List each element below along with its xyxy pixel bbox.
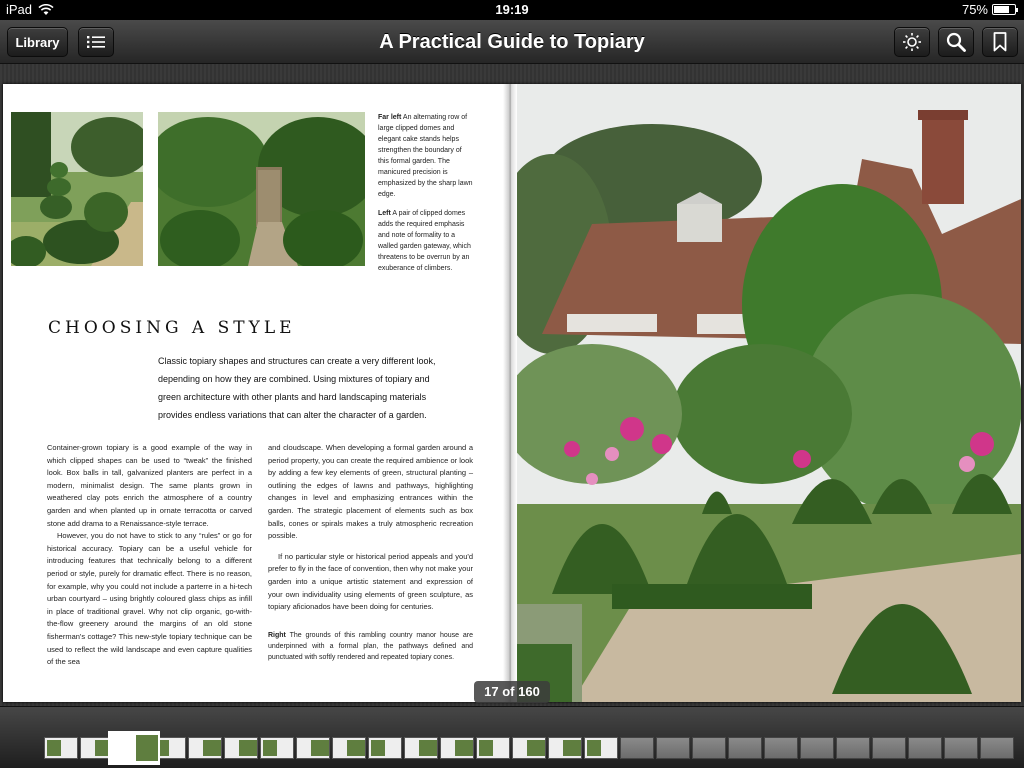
page-thumbnail-unloaded[interactable]	[692, 737, 726, 759]
page-thumbnail[interactable]	[188, 737, 222, 759]
page-indicator: 17 of 160	[474, 681, 550, 703]
body-paragraph: and cloudscape. When developing a formal…	[268, 443, 473, 541]
caption-right-text: The grounds of this rambling country man…	[268, 631, 473, 661]
page-thumbnail[interactable]	[44, 737, 78, 759]
brightness-icon	[903, 33, 921, 51]
page-thumbnail[interactable]	[260, 737, 294, 759]
library-button[interactable]: Library	[7, 27, 68, 57]
text-column-1: Container-grown topiary is a good exampl…	[47, 442, 252, 669]
photo-captions: Far left An alternating row of large cli…	[378, 112, 474, 282]
page-thumbnail-unloaded[interactable]	[908, 737, 942, 759]
page-thumbnail[interactable]	[332, 737, 366, 759]
body-paragraph: If no particular style or historical per…	[268, 551, 473, 612]
page-thumbnail-unloaded[interactable]	[800, 737, 834, 759]
current-page-thumbnail[interactable]	[108, 731, 160, 765]
caption-far-left: Far left An alternating row of large cli…	[378, 112, 474, 200]
page-thumbnail[interactable]	[404, 737, 438, 759]
page-thumbnail[interactable]	[224, 737, 258, 759]
reader-toolbar: A Practical Guide to Topiary Library	[0, 20, 1024, 64]
page-thumbnail-unloaded[interactable]	[836, 737, 870, 759]
clock: 19:19	[495, 2, 529, 17]
photo-garden-gateway	[158, 112, 365, 266]
page-thumbnail-unloaded[interactable]	[656, 737, 690, 759]
library-button-label: Library	[15, 34, 60, 50]
body-paragraph: Container-grown topiary is a good exampl…	[47, 443, 252, 528]
page-thumbnail[interactable]	[584, 737, 618, 759]
brightness-button[interactable]	[894, 27, 930, 57]
page-thumbnail[interactable]	[548, 737, 582, 759]
book-spread[interactable]: Far left An alternating row of large cli…	[3, 84, 1021, 702]
caption-far-left-text: An alternating row of large clipped dome…	[378, 114, 473, 198]
caption-right: Right The grounds of this rambling count…	[268, 630, 473, 663]
text-column-2: and cloudscape. When developing a formal…	[268, 442, 473, 663]
table-of-contents-button[interactable]	[78, 27, 114, 57]
battery-indicator: 75%	[961, 2, 1018, 17]
page-thumbnail[interactable]	[512, 737, 546, 759]
bookmark-icon	[993, 32, 1007, 52]
page-area[interactable]: Far left An alternating row of large cli…	[0, 64, 1024, 706]
page-scrubber[interactable]	[0, 706, 1024, 768]
caption-left: Left A pair of clipped domes adds the re…	[378, 208, 474, 274]
chapter-heading: CHOOSING A STYLE	[48, 318, 296, 338]
search-button[interactable]	[938, 27, 974, 57]
photo-manor-house-garden	[512, 84, 1021, 702]
bookmark-button[interactable]	[982, 27, 1018, 57]
caption-left-text: A pair of clipped domes adds the require…	[378, 210, 471, 272]
intro-paragraph: Classic topiary shapes and structures ca…	[158, 356, 436, 420]
body-paragraph: However, you do not have to stick to any…	[47, 531, 252, 667]
battery-percent: 75%	[961, 2, 988, 17]
page-thumbnail[interactable]	[296, 737, 330, 759]
caption-right-lead: Right	[268, 631, 286, 639]
page-thumbnail-unloaded[interactable]	[728, 737, 762, 759]
thumbnail-strip[interactable]	[44, 731, 1014, 765]
battery-icon	[992, 4, 1018, 15]
page-thumbnail[interactable]	[476, 737, 510, 759]
search-icon	[946, 32, 966, 52]
status-bar: iPad 19:19 75%	[0, 0, 1024, 20]
book-title: A Practical Guide to Topiary	[379, 31, 645, 53]
page-thumbnail-unloaded[interactable]	[764, 737, 798, 759]
photo-topiary-domes	[11, 112, 143, 266]
page-thumbnail[interactable]	[440, 737, 474, 759]
page-thumbnail-unloaded[interactable]	[872, 737, 906, 759]
page-thumbnail-unloaded[interactable]	[980, 737, 1014, 759]
caption-left-lead: Left	[378, 210, 391, 217]
page-thumbnail[interactable]	[368, 737, 402, 759]
list-icon	[87, 36, 105, 48]
page-thumbnail-unloaded[interactable]	[944, 737, 978, 759]
caption-far-left-lead: Far left	[378, 114, 402, 121]
book-spine	[503, 84, 517, 702]
page-thumbnail-unloaded[interactable]	[620, 737, 654, 759]
